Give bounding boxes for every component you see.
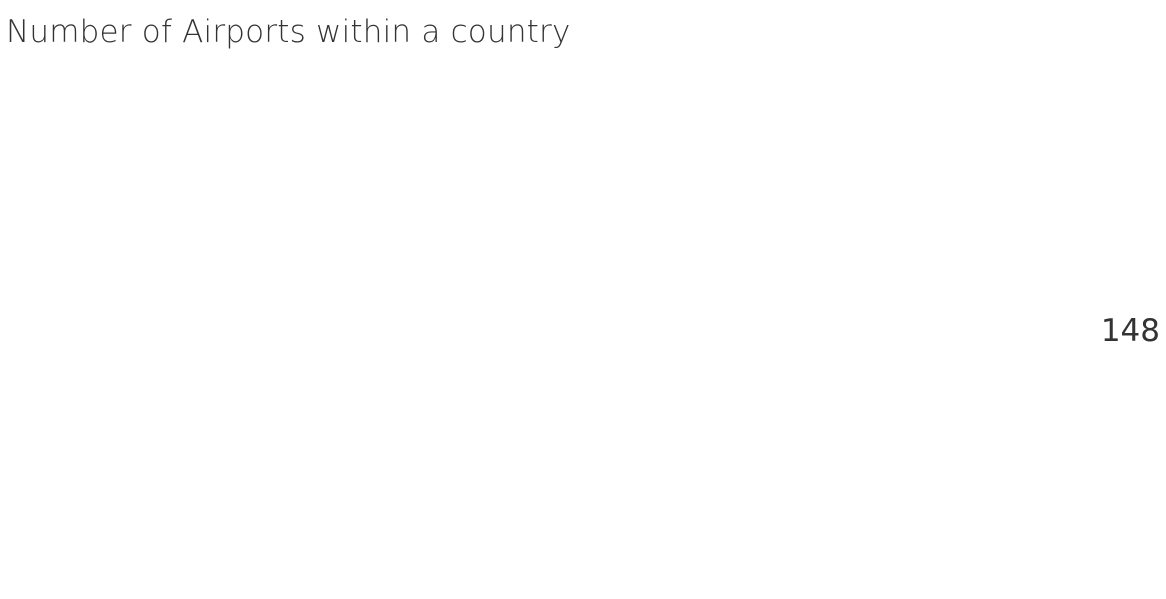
worksheet-title: Number of Airports within a country — [6, 14, 571, 50]
kpi-worksheet: Number of Airports within a country 148 — [0, 0, 1166, 599]
airport-count-value[interactable]: 148 — [1101, 309, 1160, 353]
